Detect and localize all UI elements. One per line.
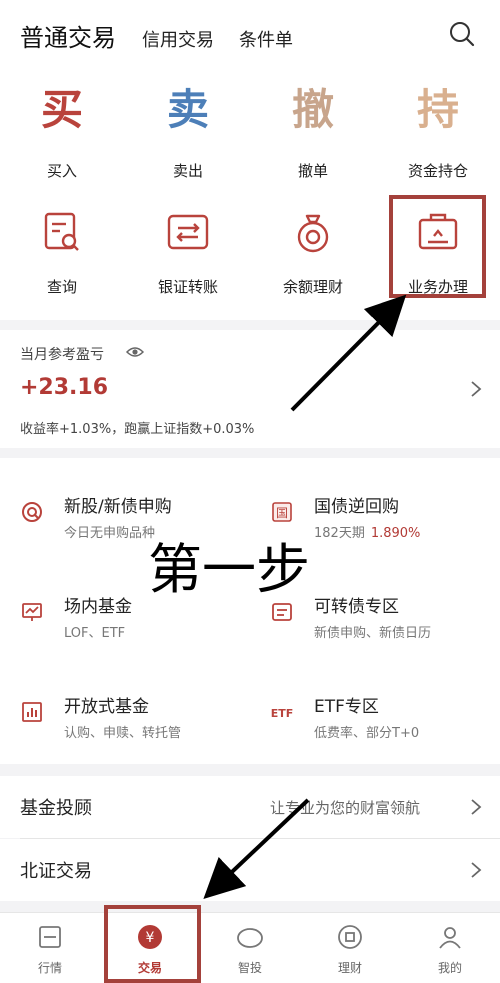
svg-text:国: 国 (276, 506, 288, 520)
product-name: 国债逆回购 (314, 497, 399, 517)
product-desc: 今日无申购品种 (64, 526, 156, 541)
ipo-icon (22, 502, 42, 522)
positions-button[interactable]: 持 资金持仓 (378, 82, 498, 181)
cancel-glyph: 撤 (291, 85, 334, 134)
profit-label: 当月参考盈亏 (20, 347, 104, 363)
product-name: 场内基金 (64, 597, 132, 617)
product-desc: LOF、ETF (64, 626, 126, 641)
product-rate: 1.890% (370, 526, 421, 541)
cancel-order-button[interactable]: 撤 撤单 (253, 82, 373, 181)
product-name: ETF专区 (314, 697, 379, 717)
transfer-icon (167, 214, 209, 250)
nav-smart-invest[interactable]: 智投 (200, 913, 300, 983)
nav-label: 理财 (337, 961, 362, 975)
chevron-right-icon[interactable] (470, 380, 482, 398)
balance-wealth-button[interactable]: 余额理财 (253, 208, 373, 297)
products-grid: 新股/新债申购 今日无申购品种 国 国债逆回购 182天期 1.890% 场内基金… (0, 458, 500, 764)
search-icon[interactable] (448, 20, 476, 48)
sell-button[interactable]: 卖 卖出 (128, 82, 248, 181)
sell-label: 卖出 (172, 162, 203, 180)
nav-wealth[interactable]: 理财 (300, 913, 400, 983)
product-name: 可转债专区 (314, 597, 399, 617)
header: 普通交易 信用交易 条件单 (0, 0, 500, 70)
product-etf-zone[interactable]: ETF ETF专区 低费率、部分T+0 (270, 692, 500, 782)
tab-credit-trading[interactable]: 信用交易 (142, 26, 214, 52)
product-convertible-bond[interactable]: 可转债专区 新债申购、新债日历 (270, 592, 500, 682)
product-exchange-fund[interactable]: 场内基金 LOF、ETF (20, 592, 260, 682)
eye-icon[interactable] (126, 345, 144, 359)
nav-profile[interactable]: 我的 (400, 913, 500, 983)
highlight-box-business (389, 195, 486, 298)
row-title: 基金投顾 (20, 798, 92, 819)
bar-chart-icon (22, 702, 42, 722)
chevron-right-icon (471, 862, 482, 878)
row-title: 北证交易 (20, 861, 92, 882)
product-name: 新股/新债申购 (64, 497, 172, 517)
highlight-box-trade (104, 905, 201, 983)
money-bag-icon (297, 214, 329, 253)
profit-value: +23.16 (20, 375, 109, 400)
profit-summary: 收益率+1.03%，跑赢上证指数+0.03% (20, 422, 255, 437)
product-desc: 182天期 1.890% (314, 526, 421, 541)
product-desc: 低费率、部分T+0 (314, 726, 420, 741)
profile-icon (439, 927, 461, 949)
sell-glyph: 卖 (166, 85, 209, 134)
nav-label: 智投 (237, 961, 262, 975)
chevron-right-icon (471, 799, 482, 815)
monthly-profit-card[interactable]: 当月参考盈亏 +23.16 收益率+1.03%，跑赢上证指数+0.03% (0, 330, 500, 448)
query-label: 查询 (46, 278, 77, 296)
product-open-fund[interactable]: 开放式基金 认购、申赎、转托管 (20, 692, 260, 782)
wealth-icon (338, 925, 362, 949)
bond-repo-icon: 国 (272, 502, 292, 522)
buy-label: 买入 (46, 162, 77, 180)
row-fund-advisor[interactable]: 基金投顾 让专业为您的财富领航 (0, 776, 500, 838)
product-desc: 新债申购、新债日历 (314, 626, 432, 641)
row-bse-trading[interactable]: 北证交易 (0, 839, 500, 901)
page-title[interactable]: 普通交易 (20, 18, 116, 53)
positions-glyph: 持 (416, 85, 459, 134)
etf-icon: ETF (271, 707, 294, 720)
svg-text:ETF: ETF (271, 707, 294, 720)
bottom-nav: 行情 ¥ 交易 智投 理财 我的 (0, 912, 500, 983)
annotation-step-one: 第一步 (148, 538, 310, 601)
buy-glyph: 买 (40, 85, 83, 134)
nav-market[interactable]: 行情 (0, 913, 100, 983)
query-button[interactable]: 查询 (2, 208, 122, 297)
product-desc: 认购、申赎、转托管 (64, 726, 182, 741)
nav-label: 我的 (437, 961, 462, 975)
product-name: 开放式基金 (64, 697, 149, 717)
tab-conditional-order[interactable]: 条件单 (239, 26, 293, 52)
cancel-label: 撤单 (297, 162, 328, 180)
positions-label: 资金持仓 (407, 162, 468, 180)
market-icon (39, 926, 61, 948)
bank-transfer-button[interactable]: 银证转账 (128, 208, 248, 297)
nav-label: 行情 (37, 961, 62, 975)
smart-invest-icon (237, 928, 263, 948)
buy-button[interactable]: 买 买入 (2, 82, 122, 181)
query-icon (44, 212, 79, 251)
fund-chart-icon (22, 603, 42, 621)
bank-transfer-label: 银证转账 (157, 278, 218, 296)
row-subtitle: 让专业为您的财富领航 (270, 799, 421, 817)
balance-wealth-label: 余额理财 (282, 278, 343, 296)
